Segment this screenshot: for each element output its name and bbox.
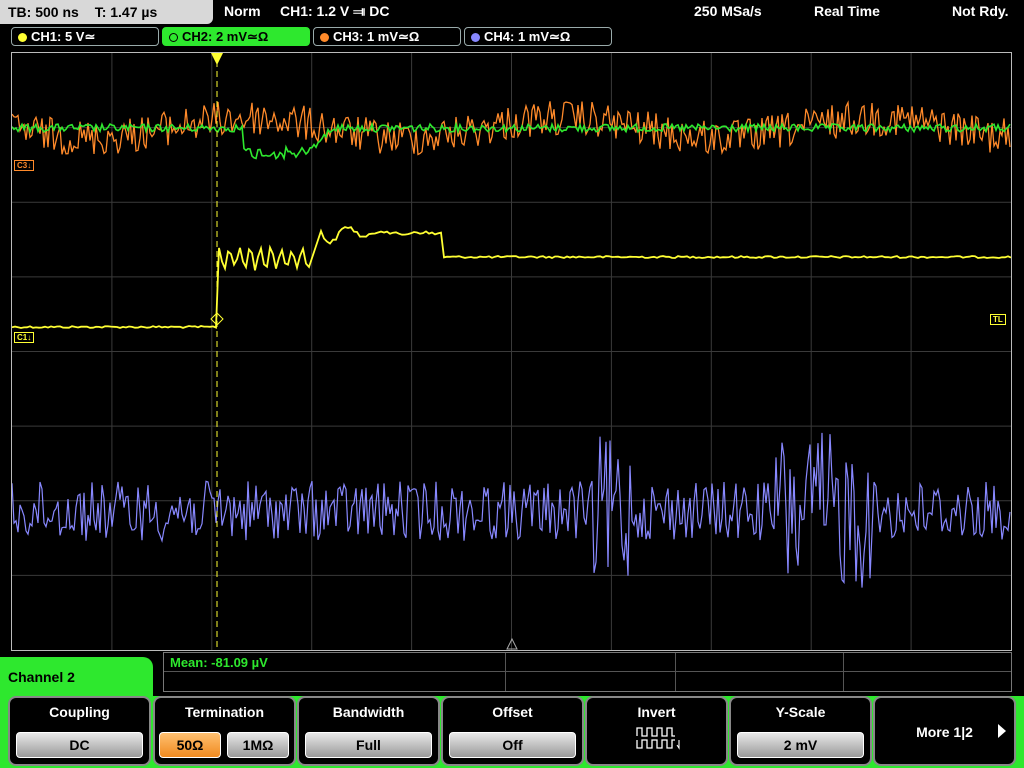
invert-title: Invert — [637, 704, 676, 720]
measurement-divider — [843, 653, 844, 691]
termination-50ohm-option[interactable]: 50Ω — [159, 732, 221, 758]
more-label: More 1|2 — [916, 724, 973, 740]
ch2-color-dot — [169, 33, 178, 42]
softkey-bar: Coupling DC Termination 50Ω 1MΩ Bandwidt… — [0, 696, 1024, 768]
bandwidth-value[interactable]: Full — [305, 732, 432, 758]
trigger-position-marker[interactable] — [211, 53, 223, 65]
coupling-softkey[interactable]: Coupling DC — [8, 696, 151, 766]
coupling-value[interactable]: DC — [16, 732, 143, 758]
tab-ch2[interactable]: CH2: 2 mV≃Ω — [162, 27, 310, 46]
invert-waveform-icon — [636, 727, 680, 750]
termination-softkey[interactable]: Termination 50Ω 1MΩ — [153, 696, 296, 766]
timebase-box[interactable]: TB: 500 ns T: 1.47 µs — [0, 0, 213, 24]
waveform-canvas — [12, 53, 1011, 650]
ch1-ground-marker[interactable]: C1↓ — [14, 332, 35, 343]
channel-bar: CH1: 5 V≃ CH2: 2 mV≃Ω CH3: 1 mV≃Ω CH4: 1… — [0, 26, 1024, 48]
yscale-softkey[interactable]: Y-Scale 2 mV — [729, 696, 872, 766]
measurement-divider — [675, 653, 676, 691]
more-softkey[interactable]: More 1|2 — [873, 696, 1016, 766]
timebase-value: TB: 500 ns — [8, 4, 79, 20]
sample-rate: 250 MSa/s — [694, 3, 762, 19]
trigger-time-value: T: 1.47 µs — [94, 4, 158, 20]
offset-title: Offset — [492, 704, 533, 720]
tab-ch1[interactable]: CH1: 5 V≃ — [11, 27, 159, 46]
termination-title: Termination — [184, 704, 265, 720]
yscale-value[interactable]: 2 mV — [737, 732, 864, 758]
top-status-bar: TB: 500 ns T: 1.47 µs Norm CH1: 1.2 V ⫥ … — [0, 0, 1024, 26]
ch1-color-dot — [18, 33, 27, 42]
measurement-panel: Mean: -81.09 µV — [163, 652, 1012, 692]
acquisition-mode: Real Time — [814, 3, 880, 19]
bandwidth-title: Bandwidth — [332, 704, 405, 720]
ch4-color-dot — [471, 33, 480, 42]
coupling-title: Coupling — [49, 704, 110, 720]
offset-softkey[interactable]: Offset Off — [441, 696, 584, 766]
tab-ch4[interactable]: CH4: 1 mV≃Ω — [464, 27, 612, 46]
tab-ch3[interactable]: CH3: 1 mV≃Ω — [313, 27, 461, 46]
measurement-divider — [505, 653, 506, 691]
measurement-divider — [164, 671, 1011, 672]
trigger-status: Not Rdy. — [952, 3, 1009, 19]
yscale-title: Y-Scale — [775, 704, 826, 720]
ch3-color-dot — [320, 33, 329, 42]
invert-softkey[interactable]: Invert — [585, 696, 728, 766]
trigger-mode[interactable]: Norm — [224, 3, 261, 19]
trigger-level-marker[interactable]: TL — [990, 314, 1006, 325]
ch3-ground-marker[interactable]: C3↓ — [14, 160, 35, 171]
next-page-icon — [998, 724, 1006, 738]
ch2-label: CH2: 2 mV≃Ω — [182, 29, 269, 44]
termination-1mohm-option[interactable]: 1MΩ — [227, 732, 289, 758]
waveform-display[interactable]: C3↓ C1↓ TL — [11, 52, 1012, 651]
measurement-mean[interactable]: Mean: -81.09 µV — [170, 655, 268, 670]
offset-value[interactable]: Off — [449, 732, 576, 758]
ch1-label: CH1: 5 V≃ — [31, 29, 96, 44]
ch4-label: CH4: 1 mV≃Ω — [484, 29, 571, 44]
ch3-label: CH3: 1 mV≃Ω — [333, 29, 420, 44]
trigger-info[interactable]: CH1: 1.2 V ⫥ DC — [280, 3, 389, 20]
bandwidth-softkey[interactable]: Bandwidth Full — [297, 696, 440, 766]
